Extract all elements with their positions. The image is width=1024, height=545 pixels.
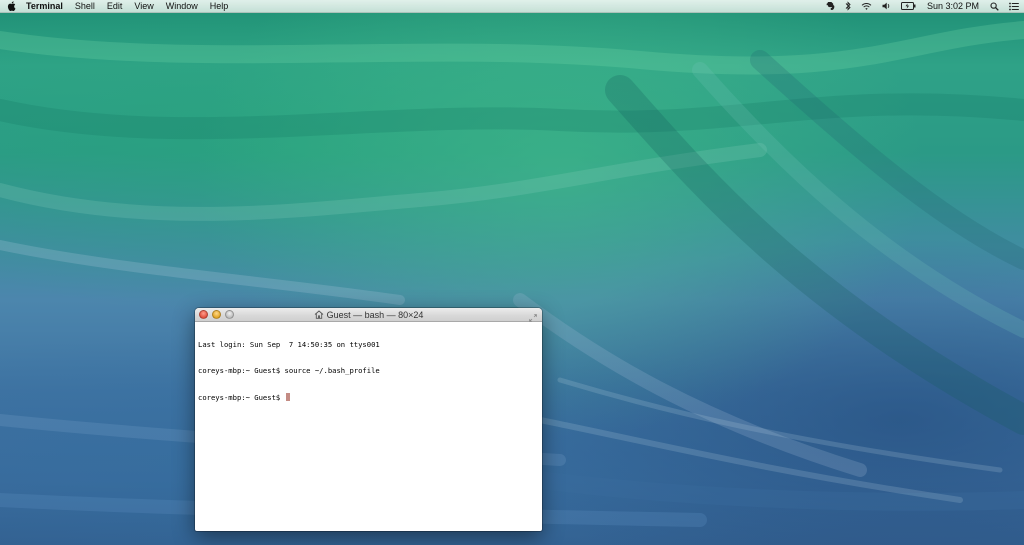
fullscreen-icon[interactable] [528, 310, 538, 322]
window-titlebar[interactable]: Guest — bash — 80×24 [195, 308, 542, 322]
battery-icon[interactable] [896, 0, 921, 13]
notification-center-icon[interactable] [1004, 0, 1024, 13]
menu-bar: Terminal Shell Edit View Window Help Sun… [0, 0, 1024, 13]
terminal-window[interactable]: Guest — bash — 80×24 Last login: Sun Sep… [195, 308, 542, 531]
wifi-icon[interactable] [856, 0, 877, 13]
menu-shell[interactable]: Shell [69, 0, 101, 13]
menu-view[interactable]: View [128, 0, 159, 13]
home-folder-icon[interactable] [314, 309, 324, 321]
status-area: Sun 3:02 PM [821, 0, 1024, 13]
terminal-line: Last login: Sun Sep 7 14:50:35 on ttys00… [198, 340, 380, 350]
terminal-prompt: coreys-mbp:~ Guest$ [198, 392, 285, 402]
menu-app-name[interactable]: Terminal [22, 0, 69, 13]
evernote-icon[interactable] [821, 0, 840, 13]
terminal-prompt-line: coreys-mbp:~ Guest$ [198, 392, 539, 402]
apple-icon[interactable] [0, 0, 22, 13]
menu-help[interactable]: Help [204, 0, 235, 13]
menubar-clock[interactable]: Sun 3:02 PM [921, 0, 985, 13]
menu-window[interactable]: Window [160, 0, 204, 13]
text-cursor [285, 392, 290, 401]
terminal-content[interactable]: Last login: Sun Sep 7 14:50:35 on ttys00… [195, 322, 542, 421]
volume-icon[interactable] [877, 0, 896, 13]
window-title-area: Guest — bash — 80×24 [195, 308, 542, 322]
bluetooth-icon[interactable] [840, 0, 856, 13]
window-title: Guest — bash — 80×24 [326, 310, 424, 320]
terminal-line: coreys-mbp:~ Guest$ source ~/.bash_profi… [198, 365, 380, 375]
menu-edit[interactable]: Edit [101, 0, 129, 13]
spotlight-search-icon[interactable] [985, 0, 1004, 13]
